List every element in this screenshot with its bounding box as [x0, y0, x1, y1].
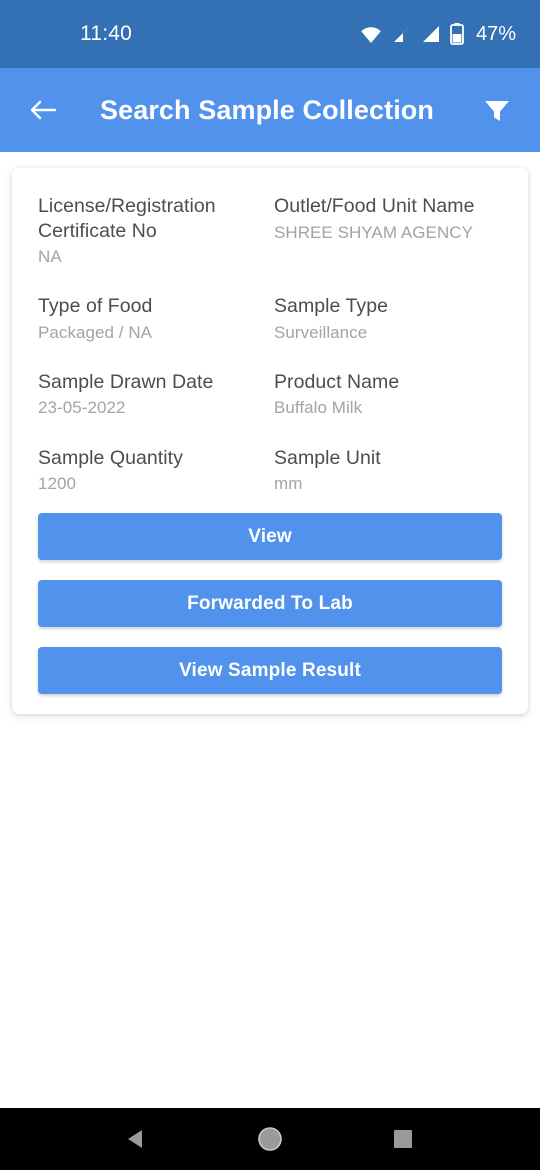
- back-triangle-icon[interactable]: [110, 1112, 164, 1166]
- view-button[interactable]: View: [38, 513, 502, 561]
- home-circle-icon[interactable]: [243, 1112, 297, 1166]
- page-title: Search Sample Collection: [99, 94, 434, 125]
- app-bar: Search Sample Collection: [0, 68, 540, 152]
- field-product-name: Product Name Buffalo Milk: [274, 370, 502, 420]
- field-label: Product Name: [274, 370, 400, 393]
- field-label: Sample Drawn Date: [38, 370, 214, 393]
- field-sample-unit: Sample Unit mm: [274, 446, 502, 496]
- forwarded-to-lab-button[interactable]: Forwarded To Lab: [38, 580, 502, 628]
- field-label: Sample Unit: [274, 446, 381, 469]
- field-sample-type: Sample Type Surveillance: [274, 294, 502, 344]
- phone-screen: 11:40 47% Search Sample Collection Licen…: [0, 0, 540, 1170]
- field-value: Surveillance: [274, 322, 368, 342]
- field-label: Outlet/Food Unit Name: [274, 195, 475, 217]
- card-actions: View Forwarded To Lab View Sample Result: [38, 513, 502, 695]
- field-value: mm: [274, 474, 303, 494]
- field-label: Sample Quantity: [38, 446, 183, 469]
- field-outlet-food-unit-name: Outlet/Food Unit Name SHREE SHYAM AGENCY: [274, 194, 502, 268]
- field-value: Buffalo Milk: [274, 398, 363, 418]
- signal-icon: [421, 24, 441, 44]
- battery-icon: [450, 23, 464, 45]
- status-icon-group: 47%: [359, 23, 516, 46]
- field-value: Packaged / NA: [38, 322, 153, 342]
- field-value: NA: [38, 247, 62, 267]
- status-bar: 11:40 47%: [0, 0, 540, 68]
- view-sample-result-button[interactable]: View Sample Result: [38, 647, 502, 695]
- filter-icon[interactable]: [476, 89, 518, 131]
- field-license-registration-certificate-no: License/Registration Certificate No NA: [38, 194, 266, 268]
- sample-details-grid: License/Registration Certificate No NA O…: [38, 194, 502, 509]
- status-time: 11:40: [80, 22, 132, 45]
- field-sample-quantity: Sample Quantity 1200: [38, 446, 266, 496]
- field-value: SHREE SHYAM AGENCY: [274, 222, 473, 242]
- field-label: License/Registration Certificate No: [38, 195, 216, 242]
- field-type-of-food: Type of Food Packaged / NA: [38, 294, 266, 344]
- signal-icon: [392, 24, 412, 44]
- wifi-icon: [359, 24, 383, 44]
- field-label: Sample Type: [274, 295, 389, 318]
- android-nav-bar: [0, 1108, 540, 1170]
- content-area: License/Registration Certificate No NA O…: [0, 152, 540, 715]
- field-label: Type of Food: [38, 295, 153, 318]
- sample-details-card: License/Registration Certificate No NA O…: [12, 168, 528, 715]
- recents-square-icon[interactable]: [376, 1112, 430, 1166]
- field-value: 1200: [38, 474, 77, 494]
- battery-percent-label: 47%: [475, 22, 516, 45]
- field-sample-drawn-date: Sample Drawn Date 23-05-2022: [38, 370, 266, 420]
- field-value: 23-05-2022: [38, 398, 126, 418]
